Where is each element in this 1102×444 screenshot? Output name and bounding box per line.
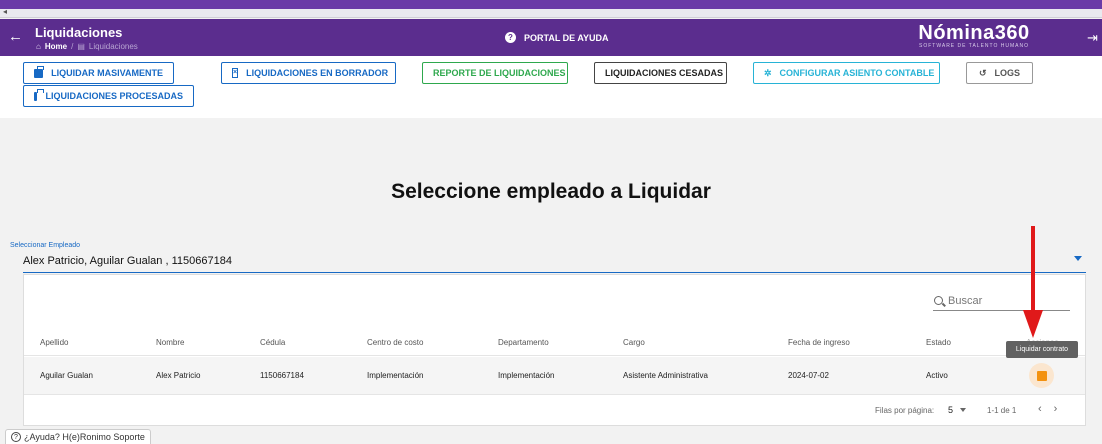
liquidaciones-borrador-button[interactable]: × LIQUIDACIONES EN BORRADOR bbox=[221, 62, 396, 84]
reporte-liquidaciones-button[interactable]: REPORTE DE LIQUIDACIONES bbox=[422, 62, 568, 84]
question-icon: ? bbox=[505, 32, 516, 43]
cell-acciones bbox=[1029, 357, 1054, 394]
button-label: REPORTE DE LIQUIDACIONES bbox=[433, 68, 566, 78]
chevron-left-icon[interactable]: ‹ bbox=[1038, 403, 1054, 415]
button-label: CONFIGURAR ASIENTO CONTABLE bbox=[779, 68, 935, 78]
button-label: LIQUIDACIONES PROCESADAS bbox=[45, 91, 183, 101]
column-header-nombre[interactable]: Nombre bbox=[156, 330, 184, 355]
column-header-fecha-ingreso[interactable]: Fecha de ingreso bbox=[788, 330, 850, 355]
tab-strip: ◂ bbox=[0, 7, 1102, 18]
logout-icon[interactable]: ⇥ bbox=[1087, 30, 1098, 46]
button-label: LIQUIDAR MASIVAMENTE bbox=[51, 68, 163, 78]
breadcrumb: ⌂ Home / ▤ Liquidaciones bbox=[36, 42, 138, 51]
help-portal-link[interactable]: ? PORTAL DE AYUDA bbox=[505, 32, 609, 43]
back-arrow-icon[interactable]: ← bbox=[8, 29, 23, 44]
liquidar-contrato-button[interactable] bbox=[1029, 363, 1054, 388]
logs-button[interactable]: ↺ LOGS bbox=[966, 62, 1033, 84]
gear-icon: ✲ bbox=[764, 67, 772, 78]
breadcrumb-current: Liquidaciones bbox=[88, 42, 138, 51]
cell-departamento: Implementación bbox=[498, 371, 555, 380]
cell-estado: Activo bbox=[926, 371, 948, 380]
cell-cargo: Asistente Administrativa bbox=[623, 371, 708, 380]
app-header: ← Liquidaciones ⌂ Home / ▤ Liquidaciones… bbox=[0, 19, 1102, 56]
rows-per-page-label: Filas por página: bbox=[875, 406, 935, 415]
button-label: LIQUIDACIONES EN BORRADOR bbox=[246, 68, 389, 78]
logo-name: Nómina360 bbox=[918, 22, 1030, 44]
cell-nombre: Alex Patricio bbox=[156, 371, 201, 380]
search-input[interactable]: Buscar bbox=[933, 291, 1070, 311]
cell-apellido: Aguilar Gualan bbox=[40, 371, 93, 380]
search-placeholder: Buscar bbox=[948, 294, 983, 307]
button-label: LIQUIDACIONES CESADAS bbox=[605, 68, 724, 78]
support-chat-button[interactable]: ? ¿Ayuda? H(e)Ronimo Soporte bbox=[5, 429, 151, 444]
help-portal-label: PORTAL DE AYUDA bbox=[524, 32, 609, 43]
list-icon: ▤ bbox=[77, 42, 85, 51]
chevron-down-icon[interactable] bbox=[1074, 256, 1082, 261]
pagination-range: 1-1 de 1 bbox=[987, 406, 1017, 415]
employee-table: Buscar Apellido Nombre Cédula Centro de … bbox=[23, 274, 1086, 426]
question-icon: ? bbox=[11, 432, 21, 442]
annotation-arrow bbox=[1023, 226, 1043, 338]
column-header-departamento[interactable]: Departamento bbox=[498, 330, 549, 355]
chevron-down-icon bbox=[960, 408, 967, 412]
employee-select[interactable]: Seleccionar Empleado Alex Patricio, Agui… bbox=[10, 240, 1086, 273]
briefcase-icon bbox=[34, 88, 46, 101]
pagination-nav: ‹› bbox=[1038, 403, 1069, 415]
breadcrumb-separator: / bbox=[71, 42, 74, 51]
brand-logo: Nómina360 SOFTWARE DE TALENTO HUMANO bbox=[909, 23, 1039, 49]
liquidar-contrato-tooltip: Liquidar contrato bbox=[1006, 341, 1078, 358]
column-header-cargo[interactable]: Cargo bbox=[623, 330, 645, 355]
rows-per-page-value: 5 bbox=[948, 405, 954, 415]
action-toolbar: LIQUIDAR MASIVAMENTE × LIQUIDACIONES EN … bbox=[0, 56, 1102, 118]
configurar-asiento-button[interactable]: ✲ CONFIGURAR ASIENTO CONTABLE bbox=[753, 62, 940, 84]
rows-per-page-select[interactable]: 5 bbox=[948, 405, 967, 415]
browser-top-bar bbox=[0, 0, 1102, 9]
column-header-centro-costo[interactable]: Centro de costo bbox=[367, 330, 423, 355]
cell-centro-costo: Implementación bbox=[367, 371, 424, 380]
column-header-cedula[interactable]: Cédula bbox=[260, 330, 285, 355]
support-label: ¿Ayuda? H(e)Ronimo Soporte bbox=[24, 432, 145, 442]
cell-cedula: 1150667184 bbox=[260, 371, 304, 380]
page-title: Liquidaciones bbox=[35, 25, 123, 40]
search-icon bbox=[934, 296, 943, 305]
table-row[interactable]: Aguilar Gualan Alex Patricio 1150667184 … bbox=[24, 357, 1085, 395]
briefcase-icon bbox=[34, 65, 45, 78]
chevron-right-icon[interactable]: › bbox=[1054, 403, 1070, 415]
column-header-estado[interactable]: Estado bbox=[926, 330, 951, 355]
logo-tagline: SOFTWARE DE TALENTO HUMANO bbox=[919, 43, 1029, 49]
breadcrumb-home[interactable]: Home bbox=[45, 42, 67, 51]
scroll-left-icon[interactable]: ◂ bbox=[3, 7, 7, 16]
liquidaciones-procesadas-button[interactable]: LIQUIDACIONES PROCESADAS bbox=[23, 85, 194, 107]
cell-fecha-ingreso: 2024-07-02 bbox=[788, 371, 829, 380]
liquidar-masivamente-button[interactable]: LIQUIDAR MASIVAMENTE bbox=[23, 62, 174, 84]
page-heading: Seleccione empleado a Liquidar bbox=[391, 180, 711, 203]
stop-square-icon bbox=[1036, 370, 1047, 381]
button-label: LOGS bbox=[994, 68, 1021, 78]
home-icon: ⌂ bbox=[36, 42, 41, 51]
liquidaciones-cesadas-button[interactable]: LIQUIDACIONES CESADAS bbox=[594, 62, 727, 84]
column-header-apellido[interactable]: Apellido bbox=[40, 330, 68, 355]
table-header: Apellido Nombre Cédula Centro de costo D… bbox=[24, 330, 1085, 356]
history-icon: ↺ bbox=[979, 67, 987, 78]
employee-select-label: Seleccionar Empleado bbox=[10, 242, 81, 249]
draft-box-icon: × bbox=[232, 68, 239, 78]
employee-select-value: Alex Patricio, Aguilar Gualan , 11506671… bbox=[23, 255, 232, 267]
table-pagination: Filas por página: 5 1-1 de 1 ‹› bbox=[24, 401, 1085, 421]
